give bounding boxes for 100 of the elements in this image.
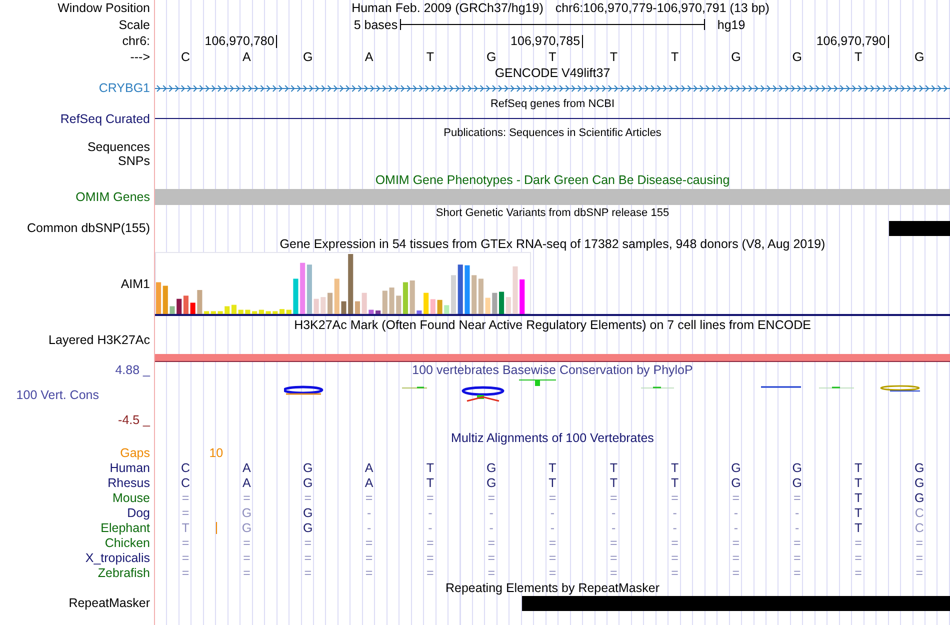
alignment-base: T	[426, 476, 434, 490]
alignment-base: =	[182, 550, 190, 564]
alignment-base: =	[671, 550, 678, 564]
species-label: Dog	[127, 506, 150, 520]
alignment-base: G	[731, 476, 741, 490]
track-label: OMIM Genes	[76, 190, 150, 204]
species-label: Elephant	[100, 520, 150, 534]
species-label: Rhesus	[108, 476, 150, 490]
track-label: RefSeq Curated	[60, 112, 150, 126]
axis-max-label: 4.88 _	[115, 363, 150, 377]
track-title: Multiz Alignments of 100 Vertebrates	[451, 430, 654, 444]
alignment-base: =	[182, 566, 190, 580]
alignment-base: =	[732, 550, 740, 564]
track-title: Gene Expression in 54 tissues from GTEx RNA-seq of 17382 samples, 948 donors (V8, Aug 2019)	[280, 237, 826, 251]
alignment-base: -	[428, 520, 432, 534]
alignment-base: =	[243, 490, 250, 504]
alignment-base: =	[548, 490, 556, 504]
alignment-base: =	[243, 550, 250, 564]
base-letter: G	[792, 50, 802, 64]
alignment-base: =	[304, 550, 312, 564]
track-title: 100 vertebrates Basewise Conservation by PhyloP	[412, 363, 693, 377]
alignment-base: T	[426, 460, 434, 474]
track-label: Common dbSNP(155)	[27, 221, 150, 235]
alignment-base: T	[182, 520, 190, 534]
alignment-base: T	[854, 490, 862, 504]
alignment-base: =	[548, 566, 556, 580]
alignment-base: G	[792, 460, 802, 474]
alignment-base: =	[488, 490, 495, 504]
alignment-base: =	[793, 490, 801, 504]
alignment-base: A	[242, 476, 251, 490]
alignment-base: -	[612, 506, 616, 520]
track-title: H3K27Ac Mark (Often Found Near Active Regulatory Elements) on 7 cell lines from ENCODE	[294, 318, 811, 332]
alignment-base: G	[303, 506, 313, 520]
alignment-base: G	[486, 476, 496, 490]
track-label: 100 Vert. Cons	[16, 388, 99, 402]
base-letter: G	[731, 50, 741, 64]
alignment-base: G	[914, 476, 924, 490]
alignment-base: =	[182, 536, 190, 550]
alignment-base: =	[854, 536, 862, 550]
alignment-base: T	[854, 520, 862, 534]
alignment-base: =	[548, 536, 556, 550]
alignment-base: C	[914, 520, 924, 534]
alignment-base: =	[732, 566, 740, 580]
species-label: Human	[110, 460, 150, 474]
alignment-base: =	[671, 566, 678, 580]
strand-label: --->	[130, 50, 150, 64]
alignment-base: -	[734, 506, 738, 520]
alignment-base: C	[181, 460, 190, 474]
track-title: OMIM Gene Phenotypes - Dark Green Can Be Disease-causing	[375, 173, 730, 187]
alignment-base: =	[488, 536, 495, 550]
alignment-base: -	[366, 520, 372, 534]
alignment-base: -	[795, 506, 800, 520]
base-letter: T	[548, 50, 556, 64]
assembly-text: Human Feb. 2009 (GRCh37/hg19)	[352, 1, 544, 15]
alignment-base: G	[242, 506, 252, 520]
alignment-base: =	[304, 536, 312, 550]
base-letter: G	[303, 50, 313, 64]
alignment-base: =	[304, 566, 312, 580]
alignment-base: G	[914, 490, 924, 504]
track-title: Short Genetic Variants from dbSNP release 155	[436, 206, 670, 218]
alignment-base: =	[548, 550, 556, 564]
alignment-base: =	[426, 566, 434, 580]
alignment-base: -	[489, 520, 494, 534]
track-label: AIM1	[120, 277, 150, 291]
alignment-base: -	[550, 506, 555, 520]
alignment-base: G	[303, 476, 313, 490]
base-letter: A	[364, 50, 374, 64]
ruler-label: 106,970,780	[204, 35, 278, 48]
species-label: Mouse	[112, 490, 150, 504]
alignment-base: =	[732, 490, 740, 504]
row-label: Window Position	[58, 1, 150, 15]
track-title: GENCODE V49lift37	[494, 66, 610, 80]
alignment-base: =	[610, 550, 618, 564]
alignment-base: =	[854, 566, 862, 580]
alignment-base: =	[365, 550, 373, 564]
alignment-base: A	[364, 476, 374, 490]
alignment-base: T	[548, 476, 556, 490]
variant-block	[888, 220, 950, 236]
track-label: CRYBG1	[98, 81, 150, 95]
alignment-base: =	[243, 566, 250, 580]
position-text: chr6:106,970,779-106,970,791 (13 bp)	[555, 1, 770, 15]
alignment-base: G	[486, 460, 496, 474]
alignment-base: =	[610, 566, 618, 580]
track-label: RepeatMasker	[68, 596, 150, 610]
alignment-base: A	[242, 460, 251, 474]
alignment-base: -	[366, 506, 372, 520]
alignment-base: =	[365, 490, 373, 504]
alignment-base: =	[732, 536, 740, 550]
alignment-base: -	[672, 520, 677, 534]
alignment-base: T	[670, 460, 679, 474]
alignment-base: =	[365, 536, 373, 550]
alignment-base: -	[734, 520, 738, 534]
alignment-base: C	[181, 476, 190, 490]
row-label: chr6:	[122, 34, 150, 48]
alignment-base: T	[610, 460, 618, 474]
base-letter: T	[670, 50, 679, 64]
alignment-base: G	[914, 460, 924, 474]
alignment-base: T	[610, 476, 618, 490]
ruler-label: 106,970,790	[816, 35, 889, 48]
species-label: Chicken	[104, 536, 150, 550]
